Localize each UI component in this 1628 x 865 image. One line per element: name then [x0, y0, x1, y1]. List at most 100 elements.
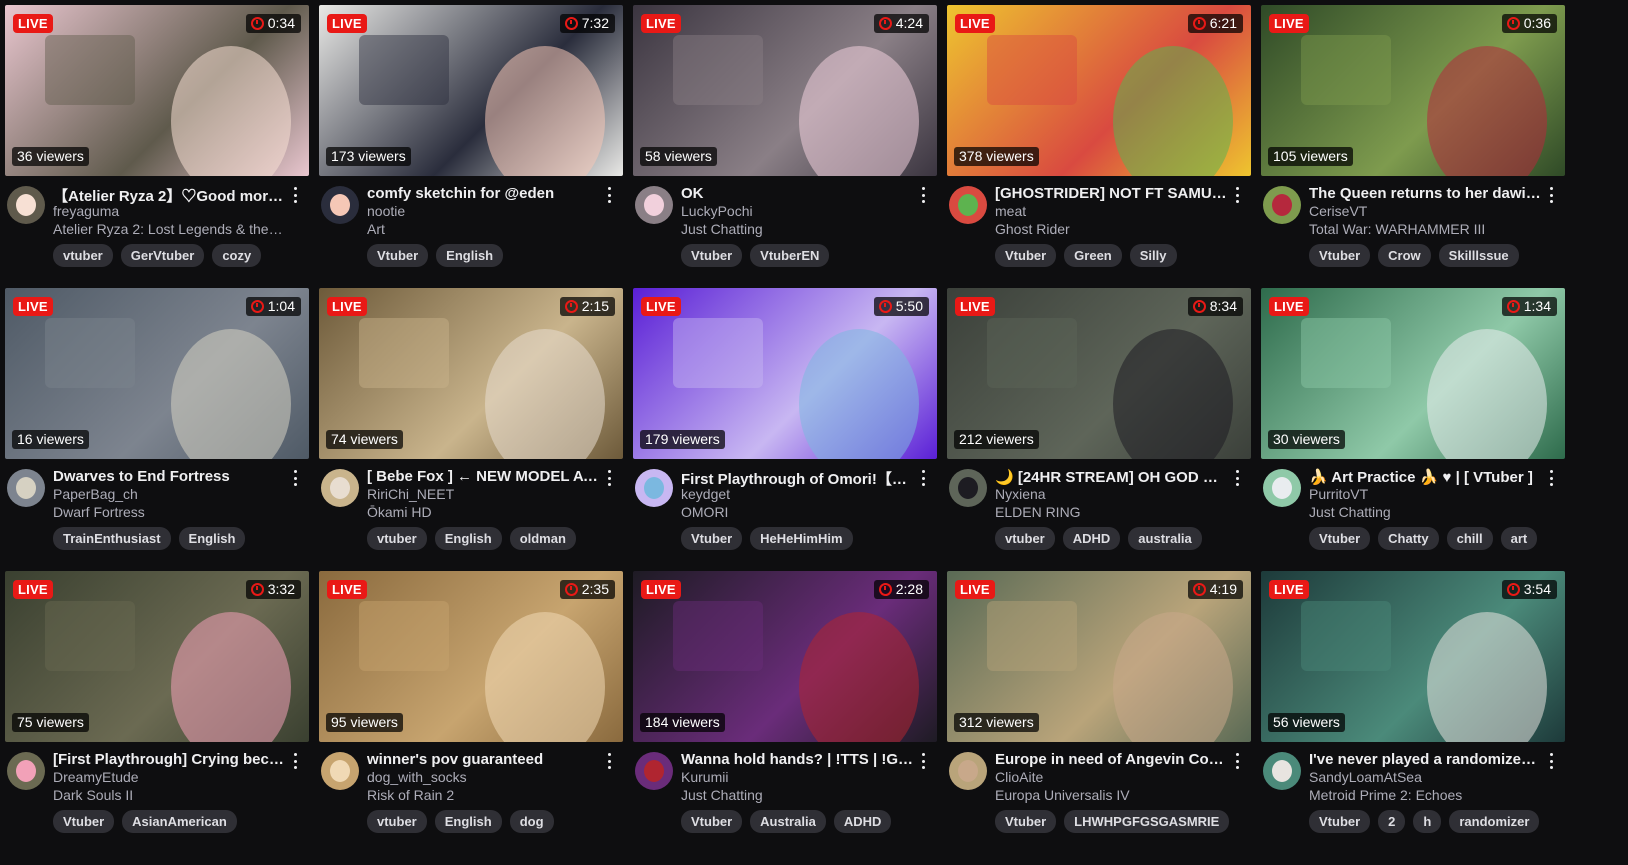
tag[interactable]: Australia: [750, 810, 826, 833]
stream-title[interactable]: 🌙 [24HR STREAM] OH GOD OH ...: [995, 468, 1227, 486]
channel-name[interactable]: PaperBag_ch: [53, 486, 285, 502]
channel-name[interactable]: nootie: [367, 203, 599, 219]
channel-avatar[interactable]: [1263, 186, 1301, 224]
tag[interactable]: chill: [1446, 527, 1493, 550]
stream-thumbnail[interactable]: LIVE 3:32 75 viewers: [5, 571, 309, 742]
stream-thumbnail[interactable]: LIVE 1:34 30 viewers: [1261, 288, 1565, 459]
stream-thumbnail[interactable]: LIVE 2:28 184 viewers: [633, 571, 937, 742]
category-name[interactable]: OMORI: [681, 504, 913, 520]
channel-avatar[interactable]: [635, 469, 673, 507]
stream-title[interactable]: comfy sketchin for @eden: [367, 185, 599, 202]
channel-name[interactable]: LuckyPochi: [681, 203, 913, 219]
stream-thumbnail[interactable]: LIVE 4:19 312 viewers: [947, 571, 1251, 742]
tag[interactable]: 2: [1378, 810, 1406, 833]
channel-name[interactable]: meat: [995, 203, 1227, 219]
stream-card[interactable]: LIVE 2:28 184 viewers Wanna hold hands? …: [633, 571, 937, 846]
stream-thumbnail[interactable]: LIVE 0:36 105 viewers: [1261, 5, 1565, 176]
more-options-icon[interactable]: [915, 187, 931, 203]
more-options-icon[interactable]: [1229, 187, 1245, 203]
more-options-icon[interactable]: [1543, 187, 1559, 203]
tag[interactable]: AsianAmerican: [122, 810, 237, 833]
tag[interactable]: GerVtuber: [120, 244, 205, 267]
channel-name[interactable]: dog_with_socks: [367, 769, 599, 785]
stream-title[interactable]: Wanna hold hands? | !TTS | !Gens...: [681, 751, 913, 768]
stream-card[interactable]: LIVE 0:34 36 viewers 【Atelier Ryza 2】♡Go…: [5, 5, 309, 280]
channel-avatar[interactable]: [7, 469, 45, 507]
tag[interactable]: HeHeHimHim: [750, 527, 853, 550]
stream-card[interactable]: LIVE 2:35 95 viewers winner's pov guaran…: [319, 571, 623, 846]
more-options-icon[interactable]: [915, 470, 931, 486]
stream-thumbnail[interactable]: LIVE 4:24 58 viewers: [633, 5, 937, 176]
stream-card[interactable]: LIVE 5:50 179 viewers First Playthrough …: [633, 288, 937, 563]
more-options-icon[interactable]: [1229, 470, 1245, 486]
stream-card[interactable]: LIVE 3:54 56 viewers I've never played a…: [1261, 571, 1565, 846]
channel-name[interactable]: freyaguma: [53, 203, 285, 219]
tag[interactable]: Crow: [1378, 244, 1431, 267]
category-name[interactable]: Metroid Prime 2: Echoes: [1309, 787, 1541, 803]
channel-name[interactable]: SandyLoamAtSea: [1309, 769, 1541, 785]
channel-avatar[interactable]: [7, 186, 45, 224]
channel-avatar[interactable]: [7, 752, 45, 790]
tag[interactable]: Vtuber: [53, 810, 115, 833]
stream-thumbnail[interactable]: LIVE 1:04 16 viewers: [5, 288, 309, 459]
tag[interactable]: Vtuber: [1309, 527, 1371, 550]
stream-card[interactable]: LIVE 2:15 74 viewers [ Bebe Fox ] ← NEW …: [319, 288, 623, 563]
tag[interactable]: vtuber: [53, 244, 113, 267]
more-options-icon[interactable]: [915, 753, 931, 769]
stream-card[interactable]: LIVE 1:04 16 viewers Dwarves to End Fort…: [5, 288, 309, 563]
tag[interactable]: Vtuber: [1309, 810, 1371, 833]
channel-name[interactable]: Nyxiena: [995, 486, 1227, 502]
stream-thumbnail[interactable]: LIVE 2:35 95 viewers: [319, 571, 623, 742]
channel-name[interactable]: PurritoVT: [1309, 486, 1541, 502]
more-options-icon[interactable]: [287, 470, 303, 486]
more-options-icon[interactable]: [287, 187, 303, 203]
tag[interactable]: Vtuber: [995, 244, 1057, 267]
tag[interactable]: Vtuber: [681, 810, 743, 833]
category-name[interactable]: Dwarf Fortress: [53, 504, 285, 520]
more-options-icon[interactable]: [287, 753, 303, 769]
stream-title[interactable]: Europe in need of Angevin Correc...: [995, 751, 1227, 768]
tag[interactable]: dog: [509, 810, 554, 833]
more-options-icon[interactable]: [601, 187, 617, 203]
channel-avatar[interactable]: [635, 752, 673, 790]
stream-card[interactable]: LIVE 3:32 75 viewers [First Playthrough]…: [5, 571, 309, 846]
tag[interactable]: h: [1413, 810, 1442, 833]
category-name[interactable]: Just Chatting: [681, 221, 913, 237]
tag[interactable]: oldman: [509, 527, 576, 550]
stream-title[interactable]: Dwarves to End Fortress: [53, 468, 285, 485]
channel-avatar[interactable]: [321, 469, 359, 507]
channel-name[interactable]: CeriseVT: [1309, 203, 1541, 219]
stream-title[interactable]: OK: [681, 185, 913, 202]
more-options-icon[interactable]: [1543, 470, 1559, 486]
tag[interactable]: Vtuber: [1309, 244, 1371, 267]
stream-card[interactable]: LIVE 4:19 312 viewers Europe in need of …: [947, 571, 1251, 846]
tag[interactable]: vtuber: [995, 527, 1055, 550]
channel-name[interactable]: ClioAite: [995, 769, 1227, 785]
tag[interactable]: cozy: [212, 244, 262, 267]
stream-thumbnail[interactable]: LIVE 5:50 179 viewers: [633, 288, 937, 459]
category-name[interactable]: Art: [367, 221, 599, 237]
stream-title[interactable]: winner's pov guaranteed: [367, 751, 599, 768]
channel-avatar[interactable]: [321, 186, 359, 224]
stream-card[interactable]: LIVE 0:36 105 viewers The Queen returns …: [1261, 5, 1565, 280]
tag[interactable]: australia: [1128, 527, 1202, 550]
category-name[interactable]: Ghost Rider: [995, 221, 1227, 237]
stream-thumbnail[interactable]: LIVE 3:54 56 viewers: [1261, 571, 1565, 742]
stream-card[interactable]: LIVE 1:34 30 viewers 🍌 Art Practice 🍌 ♥ …: [1261, 288, 1565, 563]
tag[interactable]: VtuberEN: [750, 244, 830, 267]
category-name[interactable]: Dark Souls II: [53, 787, 285, 803]
channel-avatar[interactable]: [1263, 752, 1301, 790]
tag[interactable]: Vtuber: [995, 810, 1057, 833]
stream-title[interactable]: 🍌 Art Practice 🍌 ♥ | [ VTuber ]: [1309, 468, 1541, 486]
channel-avatar[interactable]: [949, 469, 987, 507]
tag[interactable]: vtuber: [367, 810, 427, 833]
tag[interactable]: Vtuber: [367, 244, 429, 267]
stream-thumbnail[interactable]: LIVE 6:21 378 viewers: [947, 5, 1251, 176]
stream-title[interactable]: [GHOSTRIDER] NOT FT SAMUEL L...: [995, 185, 1227, 202]
category-name[interactable]: Just Chatting: [1309, 504, 1541, 520]
stream-title[interactable]: [First Playthrough] Crying becaus...: [53, 751, 285, 768]
tag[interactable]: LHWHPGFGSGASMRIE: [1064, 810, 1230, 833]
channel-name[interactable]: keydget: [681, 486, 913, 502]
tag[interactable]: ADHD: [1062, 527, 1121, 550]
channel-avatar[interactable]: [635, 186, 673, 224]
